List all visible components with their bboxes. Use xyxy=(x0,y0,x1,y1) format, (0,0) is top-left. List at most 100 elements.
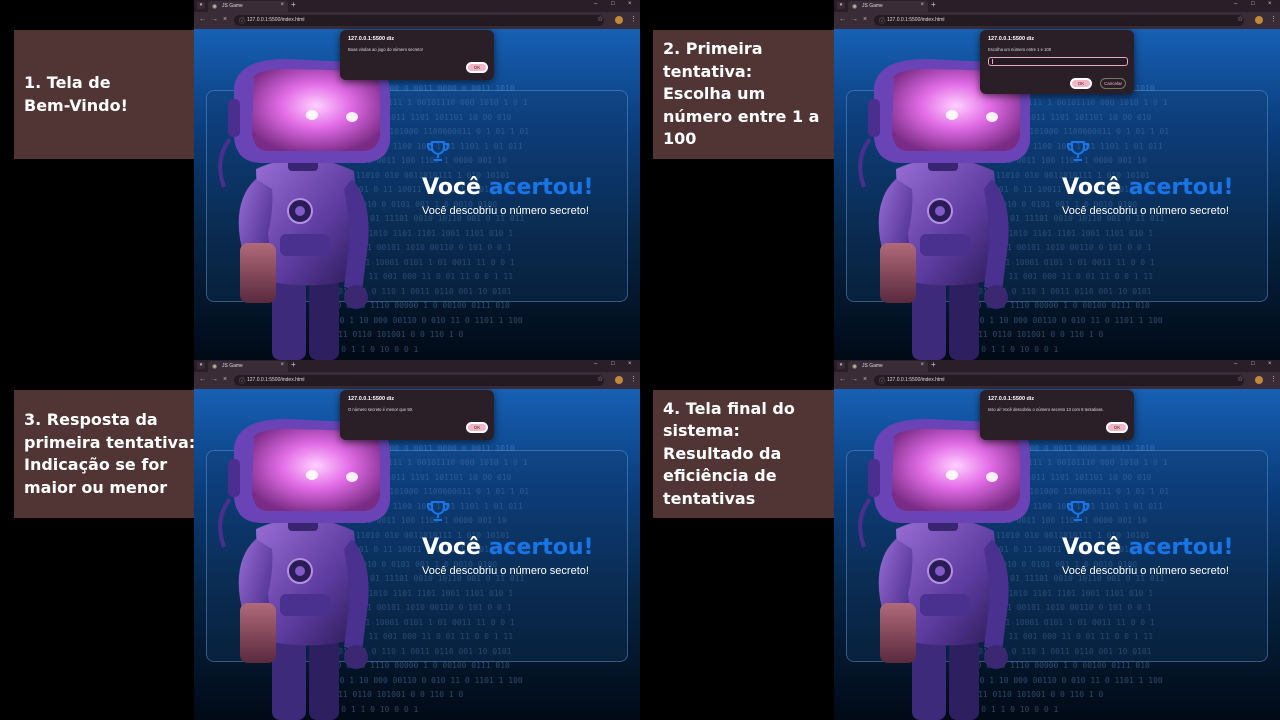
dialog-title: 127.0.0.1:5500 diz xyxy=(988,396,1035,402)
maximize-icon[interactable]: □ xyxy=(611,1,615,7)
close-tab-icon[interactable]: × xyxy=(280,2,284,8)
ok-button[interactable]: OK xyxy=(1070,78,1092,89)
address-bar[interactable]: ⓘ 127.0.0.1:5500/index.html xyxy=(874,375,1244,386)
result-title: Você acertou! xyxy=(422,535,594,560)
site-info-icon[interactable]: ⓘ xyxy=(239,376,245,385)
dialog-message: O número secreto é menor que 50. xyxy=(348,407,414,412)
tab-title: JS Game xyxy=(222,363,243,369)
close-window-icon[interactable]: × xyxy=(628,361,632,367)
maximize-icon[interactable]: □ xyxy=(1251,361,1255,367)
minimize-icon[interactable]: – xyxy=(594,1,597,7)
back-icon[interactable]: ← xyxy=(199,16,206,23)
new-tab-icon[interactable]: + xyxy=(291,360,296,369)
forward-icon[interactable]: → xyxy=(851,376,858,383)
caption-line: 3. Resposta da xyxy=(24,410,158,429)
screenshot-2: ▾ ◉ JS Game × + – □ × ← → × ⓘ 127.0.0.1:… xyxy=(834,0,1280,360)
close-tab-icon[interactable]: × xyxy=(280,362,284,368)
profile-avatar-icon[interactable] xyxy=(1255,16,1263,24)
close-window-icon[interactable]: × xyxy=(1268,1,1272,7)
stop-icon[interactable]: × xyxy=(223,16,227,23)
caption-line: Bem-Vindo! xyxy=(24,95,128,115)
dialog-message: Boas vindas ao jogo do número secreto! xyxy=(348,47,423,52)
profile-avatar-icon[interactable] xyxy=(1255,376,1263,384)
caption-line: 1. Tela de xyxy=(24,73,111,92)
bookmark-star-icon[interactable]: ☆ xyxy=(1237,15,1243,23)
trophy-icon xyxy=(1067,501,1089,521)
tab-search-icon[interactable]: ▾ xyxy=(197,362,205,369)
tab-search-icon[interactable]: ▾ xyxy=(197,2,205,9)
trophy-icon xyxy=(1067,141,1089,161)
minimize-icon[interactable]: – xyxy=(594,361,597,367)
back-icon[interactable]: ← xyxy=(839,376,846,383)
address-bar[interactable]: ⓘ 127.0.0.1:5500/index.html xyxy=(874,15,1244,26)
cancel-button[interactable]: Cancelar xyxy=(1100,78,1126,89)
ok-button[interactable]: OK xyxy=(1106,422,1128,433)
minimize-icon[interactable]: – xyxy=(1234,361,1237,367)
caption-line: tentativas xyxy=(663,488,756,508)
stop-icon[interactable]: × xyxy=(863,16,867,23)
address-bar[interactable]: ⓘ 127.0.0.1:5500/index.html xyxy=(234,375,604,386)
dialog-message: Escolha um número entre 1 e 100 xyxy=(988,47,1052,52)
dialog-title: 127.0.0.1:5500 diz xyxy=(348,396,395,402)
close-tab-icon[interactable]: × xyxy=(920,2,924,8)
browser-titlebar: ▾ ◉ JS Game × + – □ × xyxy=(194,0,640,12)
trophy-icon xyxy=(427,141,449,161)
back-icon[interactable]: ← xyxy=(199,376,206,383)
ok-button[interactable]: OK xyxy=(466,422,488,433)
tab-title: JS Game xyxy=(862,363,883,369)
maximize-icon[interactable]: □ xyxy=(611,361,615,367)
menu-more-icon[interactable]: ⋮ xyxy=(630,15,637,23)
alert-dialog: 127.0.0.1:5500 diz Boas vindas ao jogo d… xyxy=(340,30,494,80)
tab-search-icon[interactable]: ▾ xyxy=(837,362,845,369)
minimize-icon[interactable]: – xyxy=(1234,1,1237,7)
caption-line: Indicação se for xyxy=(24,455,168,474)
menu-more-icon[interactable]: ⋮ xyxy=(630,375,637,383)
alert-dialog: 127.0.0.1:5500 diz Escolha um número ent… xyxy=(980,30,1134,94)
address-toolbar: ← → × ⓘ 127.0.0.1:5500/index.html ☆ ⋮ xyxy=(834,372,1280,389)
browser-titlebar: ▾ ◉ JS Game × + – □ × xyxy=(834,360,1280,372)
address-bar[interactable]: ⓘ 127.0.0.1:5500/index.html xyxy=(234,15,604,26)
site-info-icon[interactable]: ⓘ xyxy=(879,376,885,385)
ok-button[interactable]: OK xyxy=(466,62,488,73)
bookmark-star-icon[interactable]: ☆ xyxy=(597,375,603,383)
site-info-icon[interactable]: ⓘ xyxy=(239,16,245,25)
new-tab-icon[interactable]: + xyxy=(291,0,296,9)
caption-line: 100 xyxy=(663,129,697,149)
profile-avatar-icon[interactable] xyxy=(615,376,623,384)
new-tab-icon[interactable]: + xyxy=(931,0,936,9)
menu-more-icon[interactable]: ⋮ xyxy=(1270,15,1277,23)
browser-tab[interactable]: ◉ JS Game × xyxy=(208,361,288,372)
screenshot-4: ▾ ◉ JS Game × + – □ × ← → × ⓘ 127.0.0.1:… xyxy=(834,360,1280,720)
close-tab-icon[interactable]: × xyxy=(920,362,924,368)
dialog-message: Isso aí! Você descobriu o número secreto… xyxy=(988,407,1104,412)
menu-more-icon[interactable]: ⋮ xyxy=(1270,375,1277,383)
caption-line: tentativa: xyxy=(663,61,753,81)
alert-dialog: 127.0.0.1:5500 diz O número secreto é me… xyxy=(340,390,494,440)
forward-icon[interactable]: → xyxy=(211,16,218,23)
new-tab-icon[interactable]: + xyxy=(931,360,936,369)
result-subtitle: Você descobriu o número secreto! xyxy=(1062,565,1229,577)
prompt-input[interactable] xyxy=(988,57,1128,66)
forward-icon[interactable]: → xyxy=(211,376,218,383)
stop-icon[interactable]: × xyxy=(863,376,867,383)
caption-line: Escolha um xyxy=(663,84,766,104)
tab-search-icon[interactable]: ▾ xyxy=(837,2,845,9)
caption-line: primeira tentativa: xyxy=(24,432,196,452)
maximize-icon[interactable]: □ xyxy=(1251,1,1255,7)
close-window-icon[interactable]: × xyxy=(628,1,632,7)
bookmark-star-icon[interactable]: ☆ xyxy=(1237,375,1243,383)
bookmark-star-icon[interactable]: ☆ xyxy=(597,15,603,23)
back-icon[interactable]: ← xyxy=(839,16,846,23)
stop-icon[interactable]: × xyxy=(223,376,227,383)
caption-1: 1. Tela de Bem-Vindo! xyxy=(14,30,194,159)
profile-avatar-icon[interactable] xyxy=(615,16,623,24)
browser-tab[interactable]: ◉ JS Game × xyxy=(848,1,928,12)
browser-tab[interactable]: ◉ JS Game × xyxy=(848,361,928,372)
forward-icon[interactable]: → xyxy=(851,16,858,23)
caption-line: sistema: xyxy=(663,421,740,441)
close-window-icon[interactable]: × xyxy=(1268,361,1272,367)
screenshot-1: ▾ ◉ JS Game × + – □ × ← → × ⓘ 127.0.0.1:… xyxy=(194,0,640,360)
browser-tab[interactable]: ◉ JS Game × xyxy=(208,1,288,12)
result-title: Você acertou! xyxy=(1062,535,1234,560)
site-info-icon[interactable]: ⓘ xyxy=(879,16,885,25)
